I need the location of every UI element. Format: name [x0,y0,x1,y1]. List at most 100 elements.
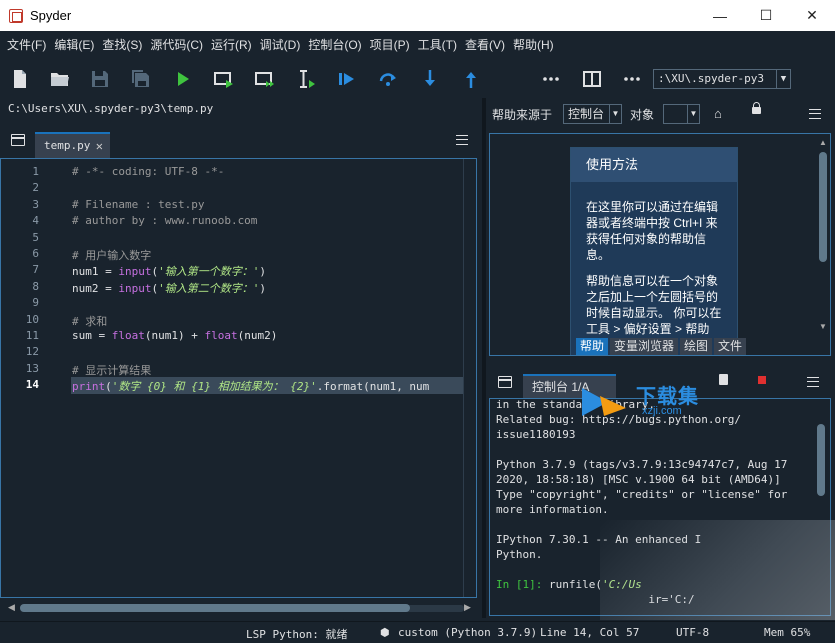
scroll-thumb[interactable] [20,604,410,612]
help-source-combo[interactable]: 控制台 ▼ [563,104,622,124]
menu-search[interactable]: 查找(S) [98,31,146,60]
maximize-pane-icon[interactable] [582,69,602,89]
code-token: ( [105,380,112,394]
code-token: float [204,329,238,342]
scroll-up-icon[interactable]: ▲ [819,138,827,147]
step-return-icon[interactable] [461,69,481,89]
menu-consoles[interactable]: 控制台(O) [304,31,365,60]
help-options-icon[interactable] [809,109,821,119]
cursor-position: Line 14, Col 57 [540,626,640,639]
tab-files[interactable]: 文件 [714,338,747,355]
code-token: # author by : www.runoob.com [72,214,258,228]
code-line: # 求和 [72,313,107,329]
menu-source[interactable]: 源代码(C) [146,31,207,60]
step-into-icon[interactable] [420,69,440,89]
scroll-thumb[interactable] [819,152,827,262]
editor-horizontal-scrollbar[interactable]: ◀ ▶ [8,602,476,614]
help-object-label: 对象 [630,108,655,122]
menu-debug[interactable]: 调试(D) [256,31,305,60]
code-token: .format(num1, num [316,380,430,394]
pane-splitter[interactable] [482,98,486,618]
line-number: 1 [32,165,39,178]
console-output-line: more information. [496,503,609,516]
watermark: 下载集 xzji.com [578,380,718,424]
code-line: # 显示计算结果 [72,362,151,378]
home-icon[interactable]: ⌂ [714,106,722,121]
code-token: ) [259,265,266,279]
run-cell-icon[interactable] [214,69,234,89]
code-token: # Filename : test.py [72,197,205,211]
tab-plots[interactable]: 绘图 [680,338,713,355]
maximize-button[interactable]: ☐ [743,0,789,31]
tab-help[interactable]: 帮助 [576,338,609,355]
new-file-icon[interactable] [10,69,30,89]
save-all-icon[interactable] [131,69,151,89]
console-command: runfile( [542,578,602,591]
run-icon[interactable] [173,69,193,89]
console-output-line: 2020, 18:58:18) [MSC v.1900 64 bit (AMD6… [496,473,781,486]
console-prompt: In [1]: [496,578,543,591]
toolbar-more-icon[interactable] [622,69,642,89]
help-pane-tabs: 帮助 变量浏览器 绘图 文件 [576,338,748,355]
status-bar: LSP Python: 就绪 ⬢ custom (Python 3.7.9) L… [0,621,835,643]
browse-tabs-icon[interactable] [11,134,25,146]
editor-options-icon[interactable] [456,135,468,145]
chevron-down-icon[interactable]: ▼ [609,105,621,123]
line-number: 11 [25,329,39,342]
code-line: # Filename : test.py [72,198,204,211]
code-token: num1 = [72,265,119,279]
menu-projects[interactable]: 项目(P) [366,31,414,60]
more-options-icon[interactable] [541,69,561,89]
close-window-button[interactable]: ✕ [789,0,835,31]
code-line: sum = float(num1) + float(num2) [72,329,277,342]
tab-temp-py[interactable]: temp.py ✕ [35,132,110,158]
code-token: # -*- coding: UTF-8 -*- [72,165,225,178]
code-editor[interactable]: 1 2 3 4 5 6 7 8 9 10 11 12 13 14 # -*- coding: UTF-8 … [0,158,477,598]
scroll-right-icon[interactable]: ▶ [464,602,471,613]
scroll-left-icon[interactable]: ◀ [8,602,15,613]
close-tab-icon[interactable]: ✕ [96,134,103,158]
menu-tools[interactable]: 工具(T) [414,31,461,60]
menu-edit[interactable]: 编辑(E) [50,31,98,60]
menu-help[interactable]: 帮助(H) [509,31,558,60]
menu-run[interactable]: 运行(R) [207,31,256,60]
minimize-button[interactable]: — [697,0,743,31]
open-file-icon[interactable] [50,69,70,89]
code-token: # 求和 [72,314,108,328]
line-number: 7 [32,263,39,277]
chevron-down-icon[interactable]: ▼ [776,70,790,88]
code-area[interactable]: # -*- coding: UTF-8 -*- # Filename : test… [72,159,464,597]
stop-icon[interactable] [758,376,766,384]
code-token: # 显示计算结果 [72,363,152,377]
line-number: 2 [32,181,39,195]
clear-console-icon[interactable] [719,374,728,385]
working-directory-combo[interactable]: :\XU\.spyder-py3 ▼ [653,69,791,89]
run-cell-advance-icon[interactable] [255,69,275,89]
line-number: 3 [32,197,39,211]
run-selection-icon[interactable] [297,69,317,89]
help-vertical-scrollbar[interactable]: ▲ ▼ [817,138,829,333]
chevron-down-icon[interactable]: ▼ [687,105,699,123]
blur-overlay [600,520,835,620]
scroll-thumb[interactable] [817,424,825,496]
watermark-sub: xzji.com [642,405,682,417]
console-options-icon[interactable] [807,377,819,387]
usage-card: 使用方法 在这里你可以通过在编辑器或者终端中按 Ctrl+I 来获得任何对象的帮… [570,147,738,355]
env-status[interactable]: custom (Python 3.7.9) [398,626,537,639]
save-icon[interactable] [90,69,110,89]
menu-view[interactable]: 查看(V) [461,31,509,60]
usage-paragraph-2: 帮助信息可以在一个对象之后加上一个左圆括号的时候自动显示。 你可以在 工具 > … [586,274,722,336]
browse-tabs-icon[interactable] [498,376,512,388]
tab-variable-explorer[interactable]: 变量浏览器 [610,338,679,355]
step-over-icon[interactable] [378,69,398,89]
lock-shackle-icon [753,102,760,109]
scroll-down-icon[interactable]: ▼ [819,322,827,331]
menu-file[interactable]: 文件(F) [3,31,50,60]
code-line: num1 = input('输入第一个数字：') [72,263,266,279]
help-object-combo[interactable]: ▼ [663,104,700,124]
edge-line [463,159,464,597]
working-directory-value: :\XU\.spyder-py3 [658,72,764,85]
lsp-status[interactable]: LSP Python: 就绪 [246,626,347,642]
code-token: print [72,380,106,394]
debug-icon[interactable] [337,69,357,89]
